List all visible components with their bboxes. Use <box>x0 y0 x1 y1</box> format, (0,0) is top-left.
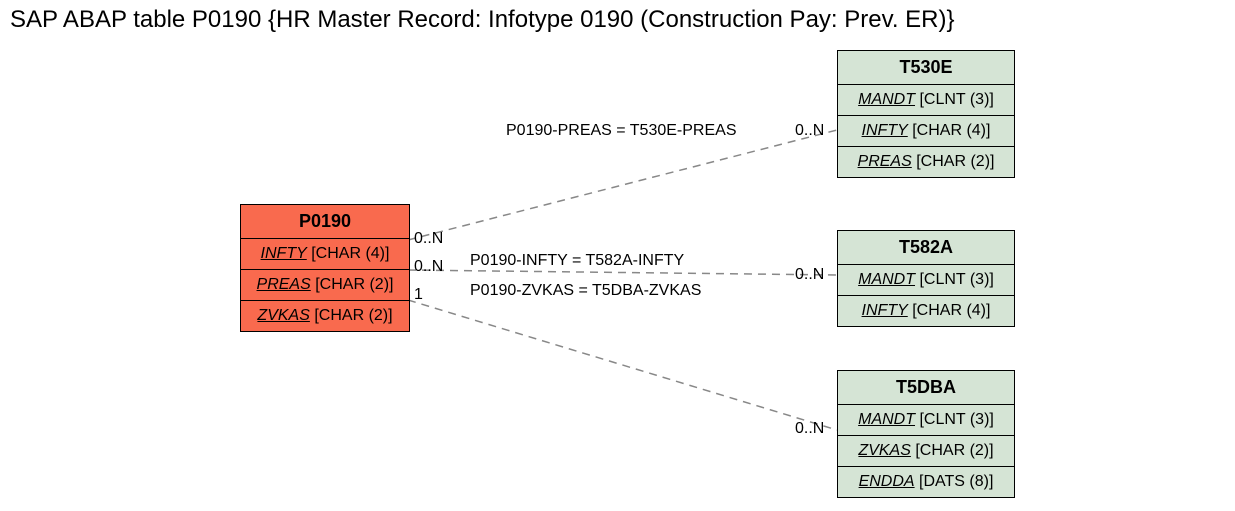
field-name: ENDDA <box>859 473 915 490</box>
entity-t582a-header: T582A <box>838 231 1014 265</box>
edge1-label: P0190-PREAS = T530E-PREAS <box>506 122 737 140</box>
edge3-label: P0190-ZVKAS = T5DBA-ZVKAS <box>470 282 701 300</box>
edge1-right-card: 0..N <box>795 122 824 140</box>
edge1-left-card: 0..N <box>414 230 443 248</box>
entity-t530e-field-2: PREAS [CHAR (2)] <box>838 147 1014 177</box>
field-name: PREAS <box>858 153 912 170</box>
field-type: [CHAR (4)] <box>311 245 389 262</box>
entity-t530e-header: T530E <box>838 51 1014 85</box>
entity-p0190-field-1: PREAS [CHAR (2)] <box>241 270 409 301</box>
field-name: MANDT <box>858 271 915 288</box>
field-type: [CHAR (4)] <box>912 122 990 139</box>
field-type: [CHAR (2)] <box>915 442 993 459</box>
field-name: INFTY <box>862 302 908 319</box>
entity-t5dba-header: T5DBA <box>838 371 1014 405</box>
entity-t5dba-field-1: ZVKAS [CHAR (2)] <box>838 436 1014 467</box>
field-type: [CLNT (3)] <box>919 91 993 108</box>
field-name: ZVKAS <box>858 442 910 459</box>
entity-p0190-field-2: ZVKAS [CHAR (2)] <box>241 301 409 331</box>
entity-p0190-field-0: INFTY [CHAR (4)] <box>241 239 409 270</box>
entity-t582a-field-1: INFTY [CHAR (4)] <box>838 296 1014 326</box>
field-type: [CHAR (2)] <box>916 153 994 170</box>
entity-t582a-field-0: MANDT [CLNT (3)] <box>838 265 1014 296</box>
entity-t5dba: T5DBA MANDT [CLNT (3)] ZVKAS [CHAR (2)] … <box>837 370 1015 498</box>
field-name: INFTY <box>862 122 908 139</box>
field-name: PREAS <box>257 276 311 293</box>
field-name: INFTY <box>261 245 307 262</box>
field-type: [CHAR (2)] <box>314 307 392 324</box>
field-name: ZVKAS <box>257 307 309 324</box>
field-type: [CLNT (3)] <box>919 271 993 288</box>
field-type: [CLNT (3)] <box>919 411 993 428</box>
field-type: [CHAR (4)] <box>912 302 990 319</box>
edge2-label: P0190-INFTY = T582A-INFTY <box>470 252 684 270</box>
edge3-left-card: 1 <box>414 286 423 304</box>
entity-p0190: P0190 INFTY [CHAR (4)] PREAS [CHAR (2)] … <box>240 204 410 332</box>
entity-t530e: T530E MANDT [CLNT (3)] INFTY [CHAR (4)] … <box>837 50 1015 178</box>
field-type: [DATS (8)] <box>919 473 993 490</box>
field-type: [CHAR (2)] <box>315 276 393 293</box>
edge3-right-card: 0..N <box>795 420 824 438</box>
entity-t530e-field-0: MANDT [CLNT (3)] <box>838 85 1014 116</box>
entity-t530e-field-1: INFTY [CHAR (4)] <box>838 116 1014 147</box>
entity-t5dba-field-2: ENDDA [DATS (8)] <box>838 467 1014 497</box>
entity-t5dba-field-0: MANDT [CLNT (3)] <box>838 405 1014 436</box>
edge2-right-card: 0..N <box>795 266 824 284</box>
page-title: SAP ABAP table P0190 {HR Master Record: … <box>10 6 955 34</box>
field-name: MANDT <box>858 411 915 428</box>
field-name: MANDT <box>858 91 915 108</box>
edge2-left-card: 0..N <box>414 258 443 276</box>
entity-p0190-header: P0190 <box>241 205 409 239</box>
entity-t582a: T582A MANDT [CLNT (3)] INFTY [CHAR (4)] <box>837 230 1015 327</box>
